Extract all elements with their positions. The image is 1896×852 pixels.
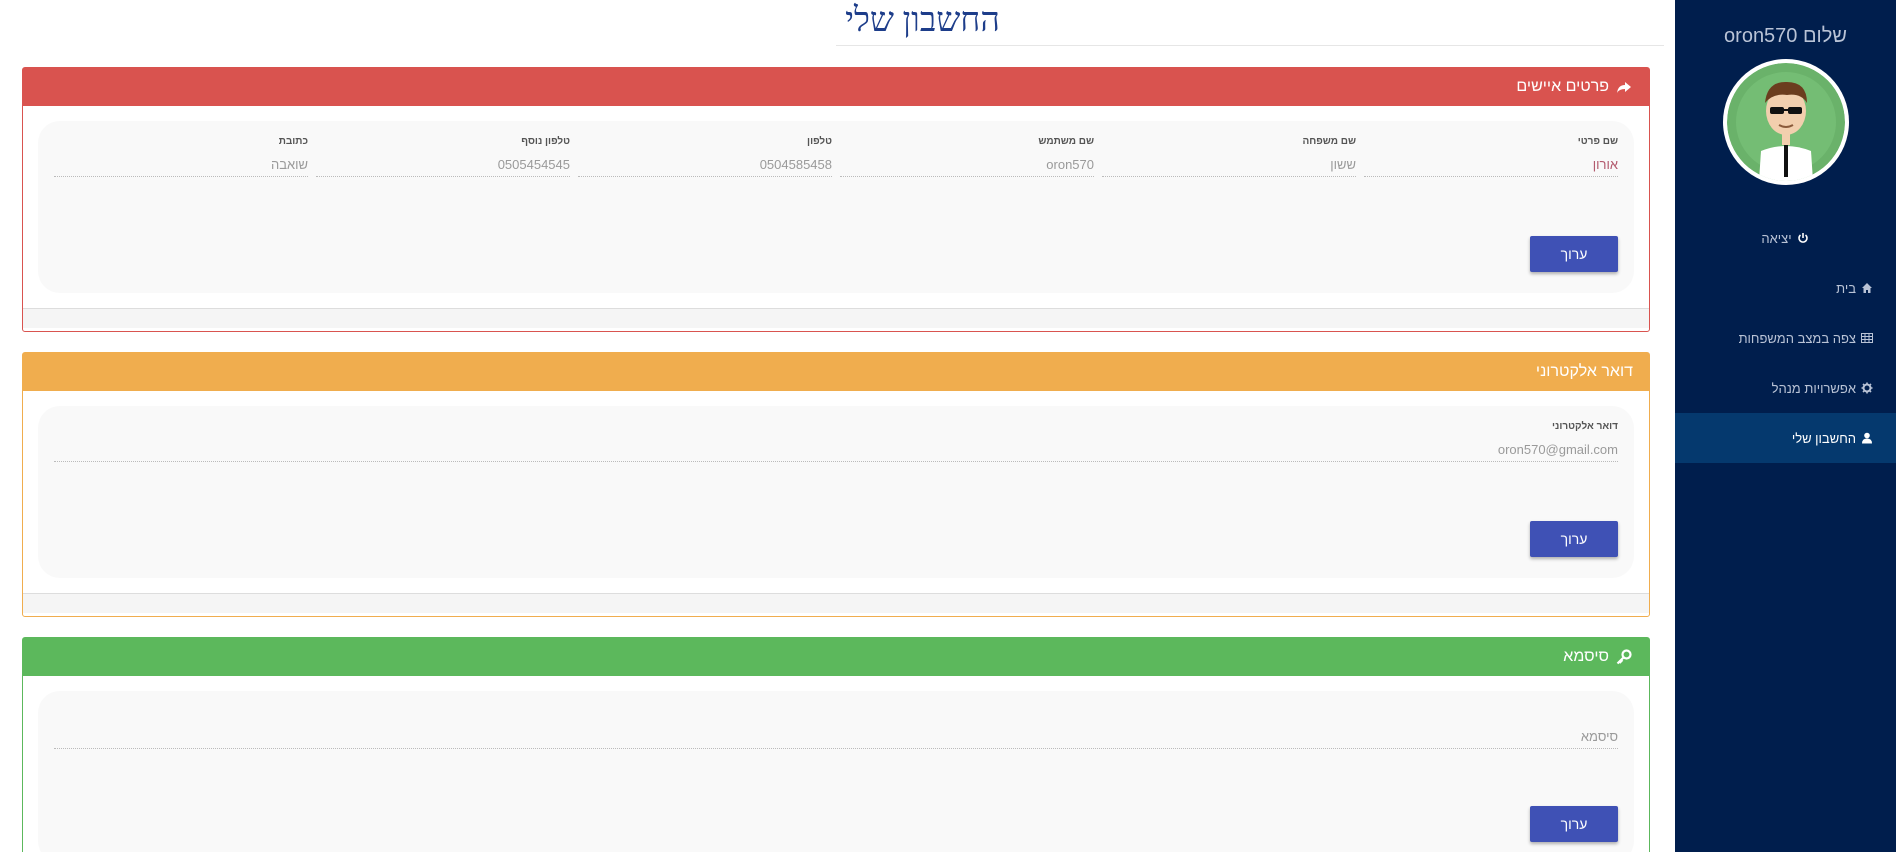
sidebar-item-label: יציאה [1761, 230, 1792, 246]
panel-title: דואר אלקטרוני [1535, 363, 1633, 380]
email-header: דואר אלקטרוני [23, 353, 1649, 391]
first-name-field[interactable]: שם פרטי אורון [1364, 135, 1618, 177]
extra-phone-value: 0505454545 [316, 155, 570, 177]
sidebar-item-admin[interactable]: אפשרויות מנהל [1675, 363, 1896, 413]
email-value: oron570@gmail.com [54, 440, 1618, 462]
email-well: דואר אלקטרוני oron570@gmail.com ערוך [38, 406, 1634, 578]
last-name-value: ששון [1102, 155, 1356, 177]
home-icon [1860, 281, 1874, 295]
password-input[interactable]: סיסמא [54, 727, 1618, 749]
panel-title: סיסמא [1563, 648, 1609, 665]
sidebar-item-label: צפה במצב המשפחות [1738, 330, 1856, 346]
password-header: סיסמא [23, 638, 1649, 676]
first-name-value: אורון [1364, 155, 1618, 177]
panel-footer [23, 593, 1649, 613]
page-title-bar: החשבון שלי [836, 2, 1664, 46]
gear-icon [1860, 381, 1874, 395]
phone-value: 0504585458 [578, 155, 832, 177]
edit-password-button[interactable]: ערוך [1530, 806, 1618, 842]
field-label: שם פרטי [1577, 136, 1618, 147]
power-icon [1796, 231, 1810, 245]
field-label: שם משתמש [1038, 136, 1094, 147]
field-label: דואר אלקטרוני [1552, 421, 1618, 432]
password-well: סיסמא ערוך [38, 691, 1634, 852]
username-value: oron570 [840, 155, 1094, 177]
password-body: סיסמא ערוך [23, 676, 1649, 852]
password-panel: סיסמא סיסמא ערוך [22, 637, 1650, 852]
sidebar-item-label: אפשרויות מנהל [1771, 380, 1856, 396]
address-value: שואבה [54, 155, 308, 177]
email-fields: דואר אלקטרוני oron570@gmail.com [54, 420, 1618, 462]
sidebar-item-my-account[interactable]: החשבון שלי [1675, 413, 1896, 463]
phone-field[interactable]: טלפון 0504585458 [578, 135, 832, 177]
sidebar-nav: יציאה בית צפה במצב המשפחות אפשרויות מנהל… [1675, 213, 1896, 463]
greeting-text: שלום oron570 [1724, 25, 1847, 47]
user-icon [1860, 431, 1874, 445]
last-name-field[interactable]: שם משפחה ששון [1102, 135, 1356, 177]
sidebar: שלום oron570 יציאה בית צפה במצב המשפחות … [1675, 0, 1896, 852]
sidebar-item-label: בית [1836, 280, 1856, 296]
username-field[interactable]: שם משתמש oron570 [840, 135, 1094, 177]
table-icon [1860, 331, 1874, 345]
personal-fields: שם פרטי אורון שם משפחה ששון שם משתמש oro… [54, 135, 1618, 177]
edit-email-button[interactable]: ערוך [1530, 521, 1618, 557]
panel-title: פרטים איישים [1516, 78, 1609, 95]
sidebar-item-label: החשבון שלי [1791, 430, 1856, 446]
email-body: דואר אלקטרוני oron570@gmail.com ערוך [23, 391, 1649, 593]
page-title: החשבון שלי [845, 2, 1000, 39]
email-field[interactable]: דואר אלקטרוני oron570@gmail.com [54, 420, 1618, 462]
edit-personal-button[interactable]: ערוך [1530, 236, 1618, 272]
personal-details-body: שם פרטי אורון שם משפחה ששון שם משתמש oro… [23, 106, 1649, 308]
address-field[interactable]: כתובת שואבה [54, 135, 308, 177]
avatar-image [1726, 63, 1845, 181]
sidebar-item-home[interactable]: בית [1675, 263, 1896, 313]
personal-details-header: פרטים איישים [23, 68, 1649, 106]
field-label: שם משפחה [1302, 136, 1356, 147]
key-icon [1615, 648, 1633, 666]
email-panel: דואר אלקטרוני דואר אלקטרוני oron570@gmai… [22, 352, 1650, 617]
field-label: טלפון [807, 136, 832, 147]
sidebar-item-logout[interactable]: יציאה [1675, 213, 1896, 263]
sidebar-item-families[interactable]: צפה במצב המשפחות [1675, 313, 1896, 363]
extra-phone-field[interactable]: טלפון נוסף 0505454545 [316, 135, 570, 177]
avatar [1722, 59, 1849, 185]
share-icon [1615, 78, 1633, 96]
personal-details-panel: פרטים איישים שם פרטי אורון שם משפחה ששון… [22, 67, 1650, 332]
panel-footer [23, 308, 1649, 328]
field-label: כתובת [278, 136, 308, 147]
field-label: טלפון נוסף [521, 136, 570, 147]
personal-details-well: שם פרטי אורון שם משפחה ששון שם משתמש oro… [38, 121, 1634, 293]
